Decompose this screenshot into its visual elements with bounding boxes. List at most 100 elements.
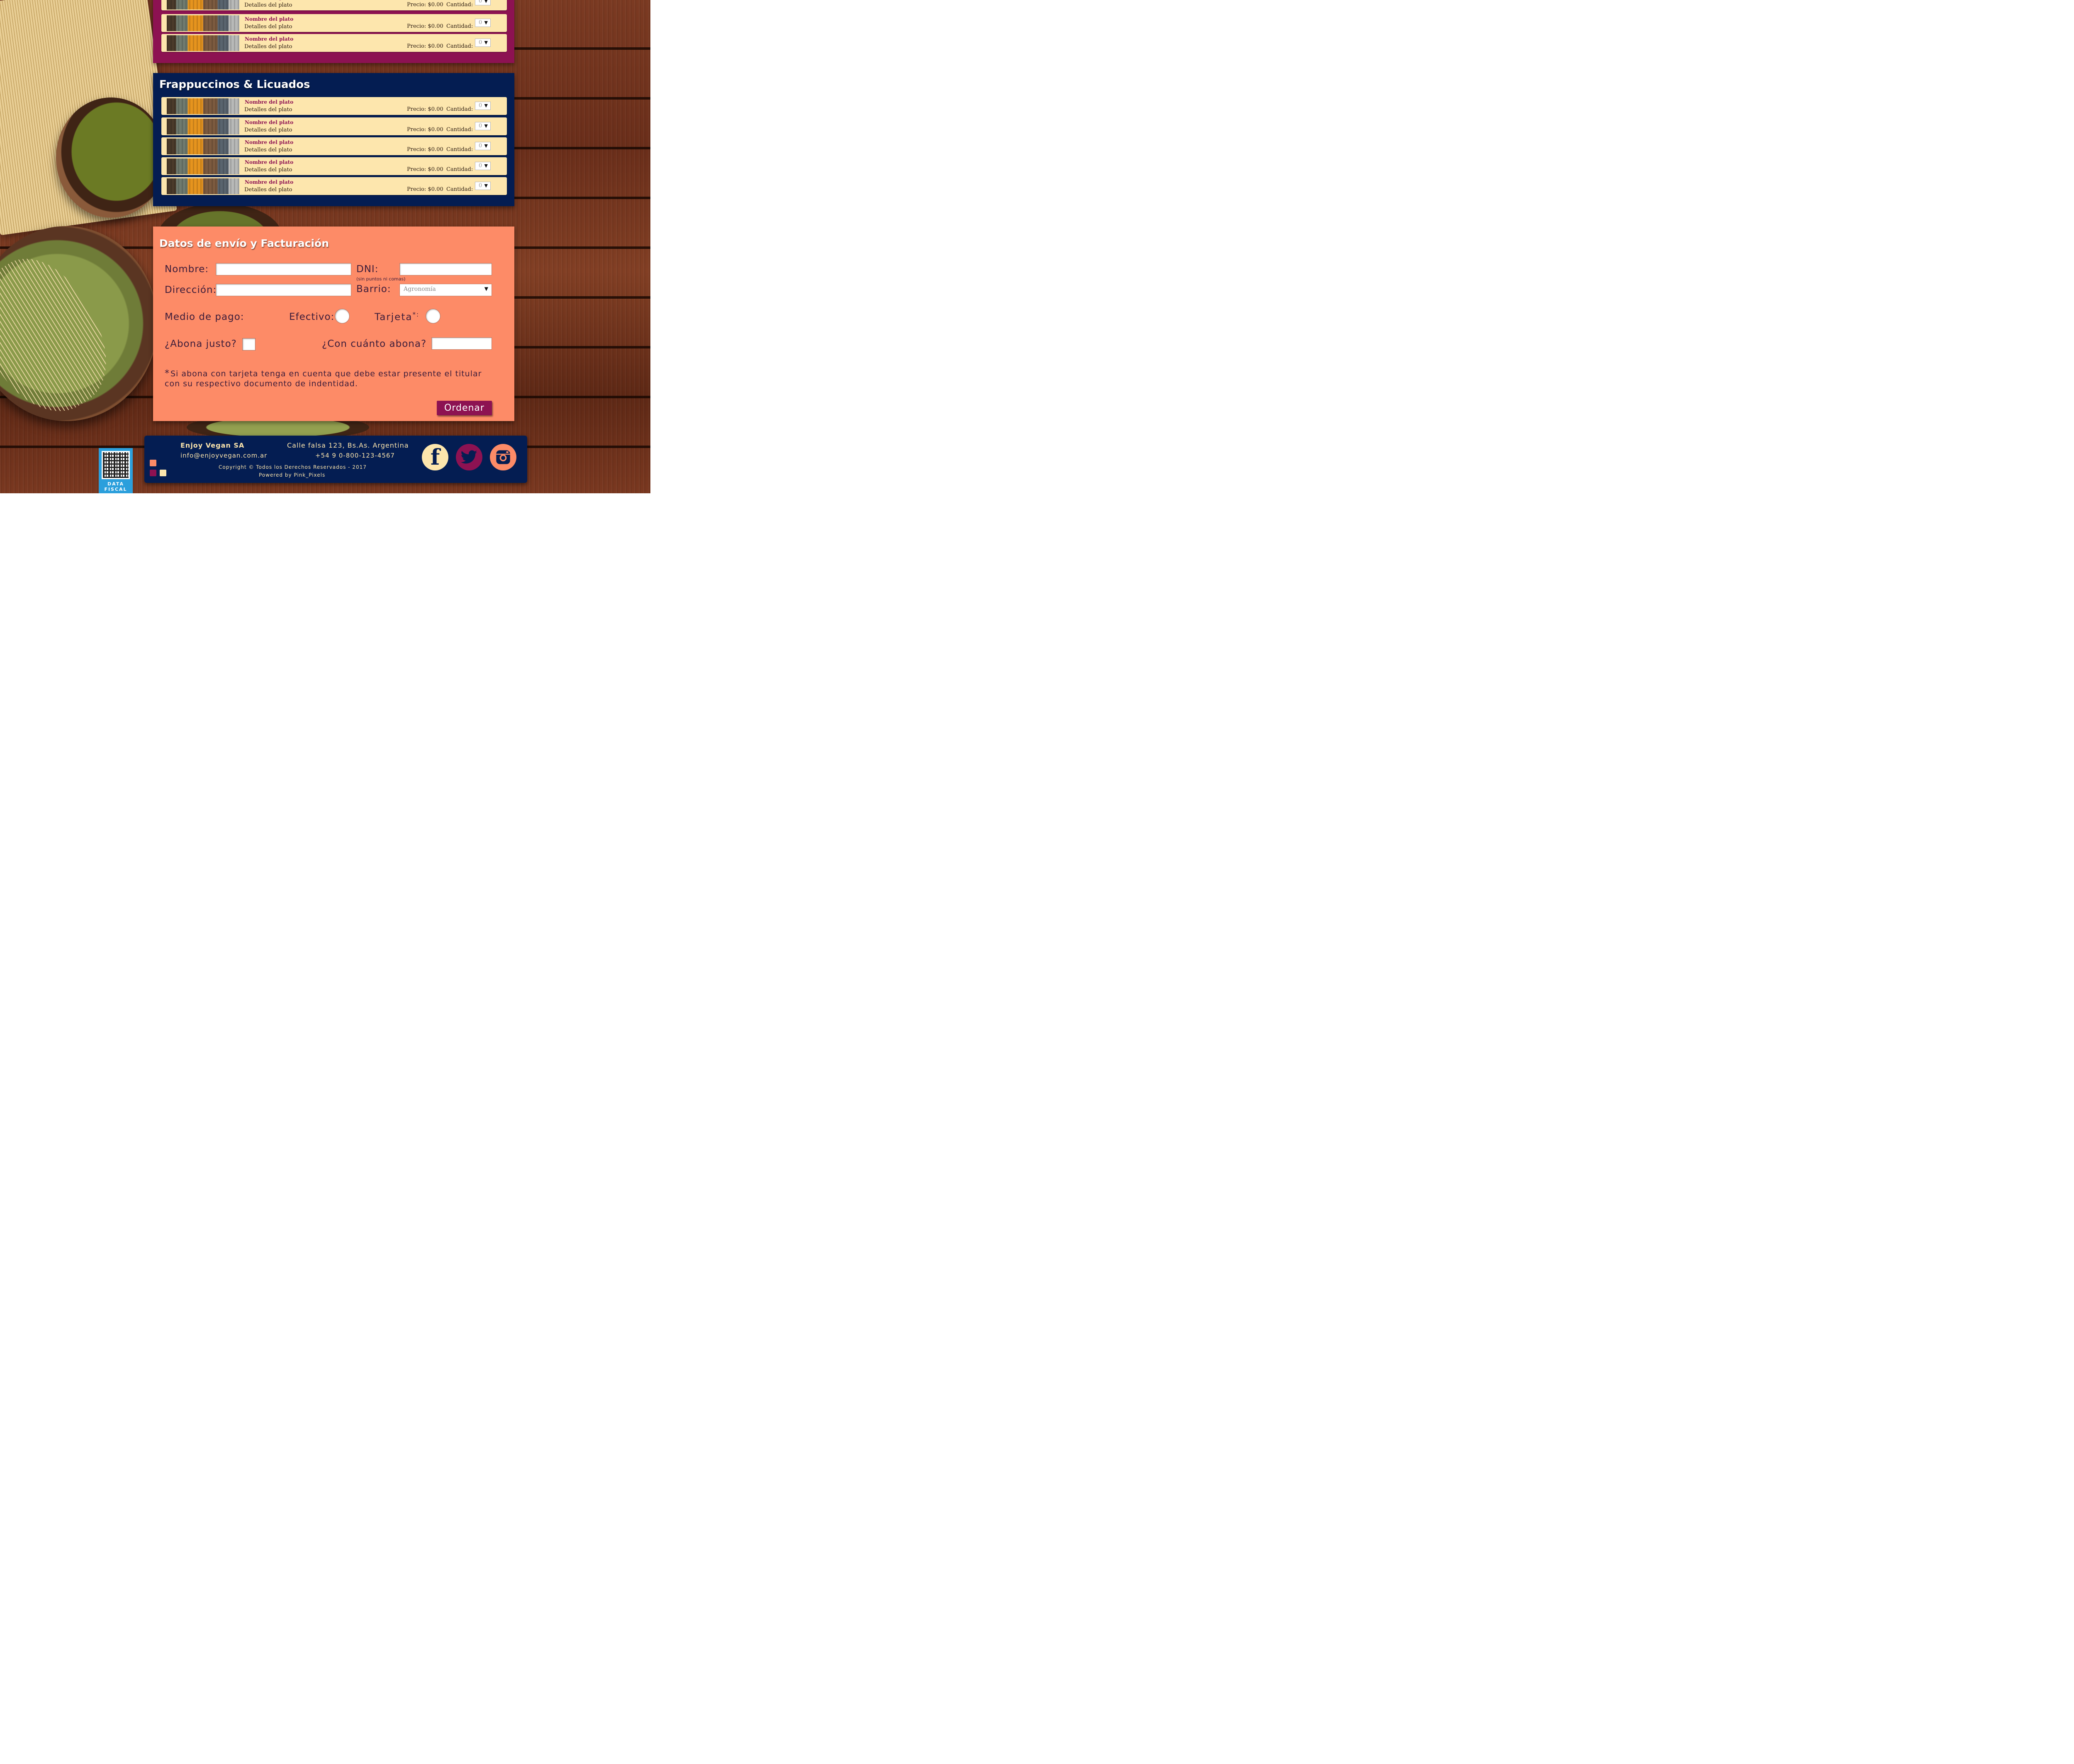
facebook-icon[interactable]: f <box>422 444 448 470</box>
quantity-label: Cantidad: <box>446 186 473 192</box>
dish-thumbnail <box>167 98 239 114</box>
dish-name: Nombre del plato <box>245 179 294 185</box>
card-note: * Si abona con tarjeta tenga en cuenta qu… <box>165 368 482 389</box>
dish-detail: Detalles del plato <box>244 44 292 50</box>
price-label: Precio: $0.00 <box>407 23 443 29</box>
menu-section-magenta: Nombre del plato Detalles del plato Prec… <box>153 0 514 63</box>
card-radio[interactable] <box>426 309 441 324</box>
dish-name: Nombre del plato <box>245 99 294 105</box>
logo-square <box>150 460 156 466</box>
name-input[interactable] <box>216 263 351 275</box>
billing-form: Datos de envío y Facturación Nombre: DNI… <box>153 227 514 421</box>
cash-label: Efectivo: <box>289 312 335 322</box>
company-phone: +54 9 0-800-123-4567 <box>315 452 395 459</box>
payment-label: Medio de pago: <box>165 312 244 322</box>
menu-item: Nombre del plato Detalles del plato Prec… <box>161 34 507 52</box>
amount-input[interactable] <box>431 337 492 350</box>
barrio-label: Barrio: <box>356 284 391 295</box>
quantity-label: Cantidad: <box>446 2 473 8</box>
dish-name: Nombre del plato <box>245 159 294 165</box>
dish-thumbnail <box>167 35 239 51</box>
dish-thumbnail <box>167 139 239 154</box>
quantity-label: Cantidad: <box>446 146 473 153</box>
form-title: Datos de envío y Facturación <box>159 237 329 249</box>
amount-label: ¿Con cuánto abona? <box>322 339 427 349</box>
dish-detail: Detalles del plato <box>244 2 292 8</box>
data-fiscal-line2: FISCAL <box>104 487 127 492</box>
menu-section-frappuccinos: Frappuccinos & Licuados Nombre del plato… <box>153 73 514 206</box>
quantity-label: Cantidad: <box>446 127 473 133</box>
address-label: Dirección: <box>165 285 217 295</box>
order-button[interactable]: Ordenar <box>437 401 492 415</box>
dish-thumbnail <box>167 119 239 134</box>
dropdown-arrow-icon: ▼ <box>484 183 488 188</box>
dropdown-arrow-icon: ▼ <box>484 40 488 45</box>
menu-item: Nombre del plato Detalles del plato Prec… <box>161 157 507 175</box>
card-label: Tarjeta*: <box>375 311 420 323</box>
quantity-select[interactable]: 0 ▼ <box>475 39 491 47</box>
logo-square <box>150 470 156 476</box>
cash-radio[interactable] <box>335 309 350 324</box>
address-input[interactable] <box>216 284 351 296</box>
quantity-label: Cantidad: <box>446 43 473 49</box>
company-address: Calle falsa 123, Bs.As. Argentina <box>287 441 409 449</box>
exact-payment-checkbox[interactable] <box>242 338 256 351</box>
barrio-select[interactable]: Agronomía ▼ <box>399 284 492 296</box>
price-label: Precio: $0.00 <box>407 166 443 173</box>
quantity-select[interactable]: 0 ▼ <box>475 142 491 150</box>
dish-thumbnail <box>167 158 239 174</box>
price-label: Precio: $0.00 <box>407 43 443 49</box>
tea-bowl-image <box>56 97 166 218</box>
quantity-select[interactable]: 0 ▼ <box>475 102 491 110</box>
data-fiscal-line1: DATA <box>107 481 124 487</box>
dish-detail: Detalles del plato <box>244 167 292 173</box>
menu-item: Nombre del plato Detalles del plato Prec… <box>161 97 507 115</box>
dish-detail: Detalles del plato <box>244 24 292 30</box>
section-title: Frappuccinos & Licuados <box>159 78 310 91</box>
quantity-select[interactable]: 0 ▼ <box>475 122 491 130</box>
dropdown-arrow-icon: ▼ <box>484 286 488 292</box>
instagram-icon[interactable] <box>490 444 516 470</box>
price-label: Precio: $0.00 <box>407 2 443 8</box>
dish-thumbnail <box>167 178 239 194</box>
dni-label: DNI: <box>356 264 379 275</box>
copyright: Copyright © Todos los Derechos Reservado… <box>219 464 367 470</box>
quantity-select[interactable]: 0 ▼ <box>475 162 491 170</box>
dropdown-arrow-icon: ▼ <box>484 20 488 25</box>
dish-detail: Detalles del plato <box>244 187 292 193</box>
price-label: Precio: $0.00 <box>407 186 443 192</box>
quantity-label: Cantidad: <box>446 23 473 29</box>
footer: Enjoy Vegan SA info@enjoyvegan.com.ar Ca… <box>144 436 527 483</box>
company-name: Enjoy Vegan SA <box>180 441 245 449</box>
dni-input[interactable] <box>399 263 492 275</box>
dropdown-arrow-icon: ▼ <box>484 103 488 108</box>
price-label: Precio: $0.00 <box>407 146 443 153</box>
menu-item: Nombre del plato Detalles del plato Prec… <box>161 117 507 135</box>
exact-payment-label: ¿Abona justo? <box>165 339 237 349</box>
twitter-icon[interactable] <box>456 444 482 470</box>
dish-name: Nombre del plato <box>245 16 294 22</box>
dropdown-arrow-icon: ▼ <box>484 0 488 4</box>
menu-item: Nombre del plato Detalles del plato Prec… <box>161 137 507 155</box>
dish-thumbnail <box>167 15 239 31</box>
dni-hint: (sin puntos ni comas) <box>356 276 406 282</box>
quantity-select[interactable]: 0 ▼ <box>475 0 491 5</box>
menu-item: Nombre del plato Detalles del plato Prec… <box>161 14 507 32</box>
data-fiscal-badge[interactable]: DATA FISCAL <box>99 448 133 493</box>
logo-square <box>160 470 166 476</box>
dish-name: Nombre del plato <box>245 119 294 125</box>
dish-thumbnail <box>167 0 239 10</box>
quantity-label: Cantidad: <box>446 166 473 173</box>
menu-item: Nombre del plato Detalles del plato Prec… <box>161 0 507 10</box>
quantity-select[interactable]: 0 ▼ <box>475 19 491 27</box>
price-label: Precio: $0.00 <box>407 106 443 112</box>
quantity-select[interactable]: 0 ▼ <box>475 182 491 190</box>
price-label: Precio: $0.00 <box>407 127 443 133</box>
dish-detail: Detalles del plato <box>244 147 292 153</box>
qr-code-icon <box>102 451 130 479</box>
dish-detail: Detalles del plato <box>244 127 292 133</box>
dish-detail: Detalles del plato <box>244 107 292 113</box>
contact-email[interactable]: info@enjoyvegan.com.ar <box>180 452 267 459</box>
quantity-label: Cantidad: <box>446 106 473 112</box>
powered-by: Powered by Pink_Pixels <box>259 472 326 478</box>
